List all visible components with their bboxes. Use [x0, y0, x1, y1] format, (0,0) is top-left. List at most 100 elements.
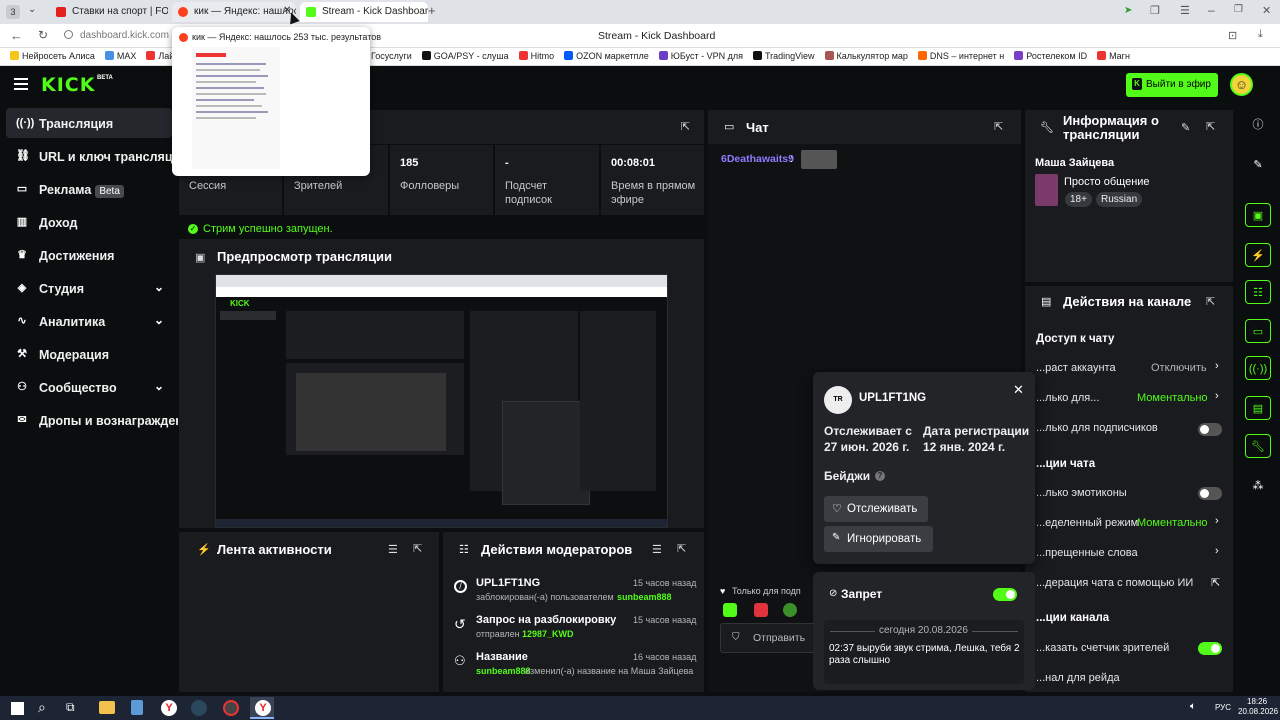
- mod-action-user[interactable]: 12987_KWD: [522, 629, 574, 639]
- search-icon[interactable]: ⌕: [38, 699, 46, 716]
- edit-pencil-icon[interactable]: ✎: [1245, 153, 1271, 177]
- setting-value[interactable]: Отключить: [1151, 362, 1207, 374]
- external-link-icon[interactable]: ⇱: [1211, 576, 1220, 589]
- mod-actions-toggle-icon[interactable]: ☷: [1245, 280, 1271, 304]
- sidebar-item-url-key[interactable]: ⛓ URL и ключ трансляции: [6, 141, 172, 171]
- kick-logo[interactable]: KICK: [41, 74, 95, 96]
- session-toggle-icon[interactable]: ((·)): [1245, 356, 1271, 380]
- sidebar-item-ads[interactable]: ▭ Реклама Beta: [6, 174, 172, 204]
- filter-icon[interactable]: ☰: [652, 543, 662, 556]
- yandex-browser-icon[interactable]: Y: [161, 700, 177, 716]
- steam-icon[interactable]: [191, 700, 207, 716]
- clock-date[interactable]: 20.08.2026: [1238, 707, 1278, 716]
- sidebar-item-moderation[interactable]: ⚒ Модерация: [6, 339, 172, 369]
- back-arrow-icon[interactable]: ←: [10, 28, 23, 43]
- emote-icon[interactable]: [723, 603, 737, 617]
- bookmark-item[interactable]: TradingView: [753, 48, 815, 61]
- start-menu-icon[interactable]: [10, 701, 24, 715]
- chevron-right-icon[interactable]: ›: [1215, 360, 1219, 372]
- go-live-button[interactable]: K Выйти в эфир: [1126, 73, 1218, 97]
- sidebar-item-achievements[interactable]: ♛ Достижения: [6, 240, 172, 270]
- task-view-icon[interactable]: ⧉: [66, 700, 75, 715]
- app-icon[interactable]: [223, 700, 239, 716]
- url-text[interactable]: dashboard.kick.com: [80, 30, 169, 41]
- help-icon[interactable]: ?: [875, 471, 885, 481]
- mod-action-user[interactable]: sunbeam888: [617, 592, 672, 602]
- popout-icon[interactable]: ⇱: [1206, 295, 1215, 308]
- emote-icon[interactable]: [783, 603, 797, 617]
- stream-preview-video[interactable]: KICK: [215, 274, 668, 528]
- smiley-avatar-icon[interactable]: ☺: [1230, 73, 1253, 96]
- emote-icon[interactable]: [754, 603, 768, 617]
- minimize-icon[interactable]: –: [1208, 3, 1215, 17]
- tab-kick-dashboard[interactable]: Stream - Kick Dashboard: [300, 2, 428, 22]
- subscribers-only-toggle[interactable]: [1198, 423, 1222, 436]
- yandex-browser-icon[interactable]: Y: [255, 700, 271, 716]
- volume-icon[interactable]: 🔈︎: [1190, 701, 1196, 712]
- ignore-button[interactable]: ✎ Игнорировать: [824, 526, 933, 552]
- popout-icon[interactable]: ⇱: [413, 542, 422, 555]
- tab-count-badge[interactable]: 3: [6, 5, 20, 19]
- ban-toggle[interactable]: [993, 588, 1017, 601]
- sidebar-item-community[interactable]: ⚇ Сообщество ⌄: [6, 372, 172, 402]
- calculator-icon[interactable]: [131, 700, 143, 715]
- sidebar-item-analytics[interactable]: ∿ Аналитика ⌄: [6, 306, 172, 336]
- bookmark-item[interactable]: Ростелеком ID: [1014, 48, 1087, 61]
- stream-info-toggle-icon[interactable]: 🔧︎: [1245, 434, 1271, 458]
- site-info-icon[interactable]: [64, 30, 73, 39]
- chevron-right-icon[interactable]: ›: [1215, 545, 1219, 557]
- bookmark-item[interactable]: ЮБуст - VPN для: [658, 48, 743, 61]
- activity-toggle-icon[interactable]: ⚡: [1245, 243, 1271, 267]
- download-icon[interactable]: ⤓: [1258, 28, 1263, 41]
- chevron-right-icon[interactable]: ›: [1215, 390, 1219, 402]
- tab-fonbet[interactable]: Ставки на спорт | FON.BE: [50, 2, 168, 22]
- new-tab-plus-icon[interactable]: +: [428, 3, 436, 18]
- reload-icon[interactable]: ↻: [38, 28, 48, 42]
- setting-value[interactable]: Моментально: [1137, 392, 1208, 404]
- bookmark-item[interactable]: Магн: [1097, 48, 1130, 61]
- bookmark-item[interactable]: GOA/PSY - слуша: [421, 48, 509, 61]
- tab-list-chevron-icon[interactable]: ⌄: [28, 4, 36, 15]
- sidebar-item-drops[interactable]: ✉ Дропы и вознаграждения: [6, 405, 178, 435]
- more-menu-icon[interactable]: ☰: [1180, 4, 1190, 17]
- bookmark-item[interactable]: Нейросеть Алиса: [10, 48, 95, 61]
- mod-action-user[interactable]: sunbeam888: [476, 666, 531, 676]
- edit-pencil-icon[interactable]: ✎: [1181, 121, 1190, 134]
- add-widget-icon[interactable]: ⁂: [1245, 474, 1271, 498]
- window-close-icon[interactable]: ✕: [1262, 4, 1271, 17]
- bookmark-icon[interactable]: ⊡: [1228, 29, 1237, 42]
- setting-value[interactable]: Моментально: [1137, 517, 1208, 529]
- popout-icon[interactable]: ⇱: [1206, 120, 1215, 133]
- sidebar-item-income[interactable]: ▥ Доход: [6, 207, 172, 237]
- preview-toggle-icon[interactable]: ▣: [1245, 203, 1271, 227]
- tab-yandex[interactable]: кик — Яндекс: нашлось: [172, 2, 296, 22]
- chat-message-user[interactable]: 6Deathawaits9: [721, 153, 794, 165]
- copy-page-icon[interactable]: ❐: [1150, 4, 1160, 17]
- viewer-count-toggle[interactable]: [1198, 642, 1222, 655]
- filter-icon[interactable]: ☰: [388, 543, 398, 556]
- popout-icon[interactable]: ⇱: [677, 542, 686, 555]
- tag[interactable]: 18+: [1065, 192, 1092, 207]
- extension-icon[interactable]: ➤: [1124, 5, 1132, 16]
- bookmark-item[interactable]: DNS – интернет н: [917, 48, 1004, 61]
- chevron-right-icon[interactable]: ›: [1215, 515, 1219, 527]
- channel-actions-toggle-icon[interactable]: ▤: [1245, 396, 1271, 420]
- language-indicator[interactable]: РУС: [1215, 703, 1231, 712]
- bookmark-item[interactable]: Калькулятор мар: [824, 48, 908, 61]
- tag[interactable]: Russian: [1096, 192, 1143, 207]
- category-name[interactable]: Просто общение: [1064, 176, 1150, 188]
- chat-input[interactable]: ⛉ Отправить: [720, 623, 820, 653]
- popout-icon[interactable]: ⇱: [681, 120, 690, 133]
- emotes-only-toggle[interactable]: [1198, 487, 1222, 500]
- hamburger-menu-icon[interactable]: [14, 78, 28, 80]
- info-icon[interactable]: ⓘ: [1245, 113, 1271, 139]
- bookmark-item[interactable]: MAX: [104, 48, 136, 61]
- chat-toggle-icon[interactable]: ▭: [1245, 319, 1271, 343]
- close-icon[interactable]: ✕: [1013, 382, 1024, 398]
- file-explorer-icon[interactable]: [99, 701, 115, 714]
- sidebar-item-studio[interactable]: ◈ Студия ⌄: [6, 273, 172, 303]
- bookmark-item[interactable]: OZON маркетпле: [564, 48, 649, 61]
- clock-time[interactable]: 18:26: [1247, 697, 1267, 706]
- maximize-icon[interactable]: ❐: [1234, 4, 1243, 15]
- sidebar-item-stream[interactable]: ((·)) Трансляция: [6, 108, 172, 138]
